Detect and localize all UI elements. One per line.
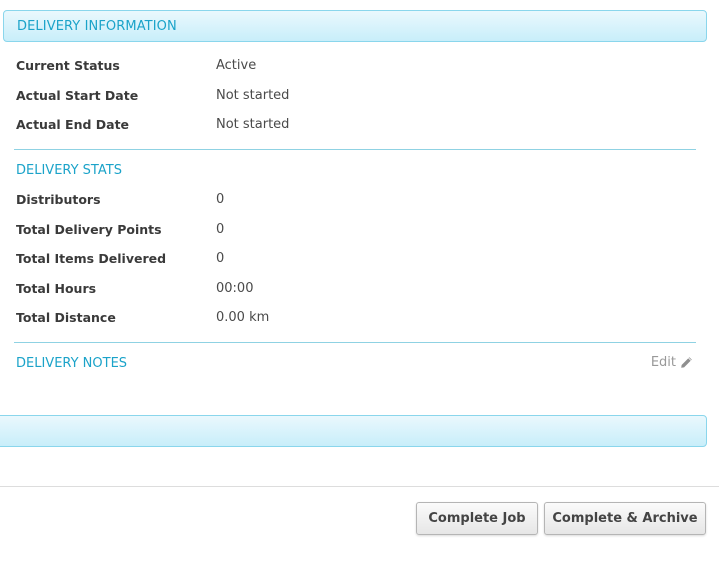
info-row-actual-end-date: Actual End Date Not started — [16, 117, 696, 137]
total-hours-label: Total Hours — [16, 281, 97, 296]
complete-job-button[interactable]: Complete Job — [416, 502, 538, 535]
total-distance-label: Total Distance — [16, 310, 116, 325]
total-delivery-points-label: Total Delivery Points — [16, 222, 162, 237]
current-status-value: Active — [216, 58, 257, 73]
delivery-notes-title: DELIVERY NOTES — [16, 356, 128, 371]
edit-label: Edit — [650, 355, 676, 370]
total-distance-value: 0.00 km — [216, 310, 270, 325]
collapsed-panel-header — [0, 415, 707, 447]
total-items-delivered-label: Total Items Delivered — [16, 251, 167, 266]
edit-notes-link[interactable]: Edit — [651, 355, 693, 370]
total-delivery-points-value: 0 — [216, 222, 225, 237]
distributors-label: Distributors — [16, 192, 101, 207]
info-row-actual-start-date: Actual Start Date Not started — [16, 88, 696, 108]
stats-row-total-delivery-points: Total Delivery Points 0 — [16, 222, 696, 242]
actual-start-date-label: Actual Start Date — [16, 88, 139, 103]
footer-divider — [0, 486, 719, 487]
section-divider — [14, 342, 696, 343]
stats-row-total-items-delivered: Total Items Delivered 0 — [16, 251, 696, 271]
delivery-information-header: DELIVERY INFORMATION — [3, 10, 707, 42]
delivery-page: DELIVERY INFORMATION Current Status Acti… — [0, 0, 719, 562]
delivery-information-title: DELIVERY INFORMATION — [17, 19, 177, 34]
total-hours-value: 00:00 — [216, 281, 254, 296]
section-divider — [14, 149, 696, 150]
total-items-delivered-value: 0 — [216, 251, 225, 266]
stats-row-distributors: Distributors 0 — [16, 192, 696, 212]
actual-end-date-label: Actual End Date — [16, 117, 130, 132]
complete-archive-button[interactable]: Complete & Archive — [544, 502, 706, 535]
pencil-icon — [680, 356, 693, 369]
stats-row-total-distance: Total Distance 0.00 km — [16, 310, 696, 330]
distributors-value: 0 — [216, 192, 225, 207]
stats-row-total-hours: Total Hours 00:00 — [16, 281, 696, 301]
actual-start-date-value: Not started — [216, 88, 290, 103]
actual-end-date-value: Not started — [216, 117, 290, 132]
current-status-label: Current Status — [16, 58, 120, 73]
delivery-stats-title: DELIVERY STATS — [16, 163, 122, 178]
info-row-current-status: Current Status Active — [16, 58, 696, 78]
